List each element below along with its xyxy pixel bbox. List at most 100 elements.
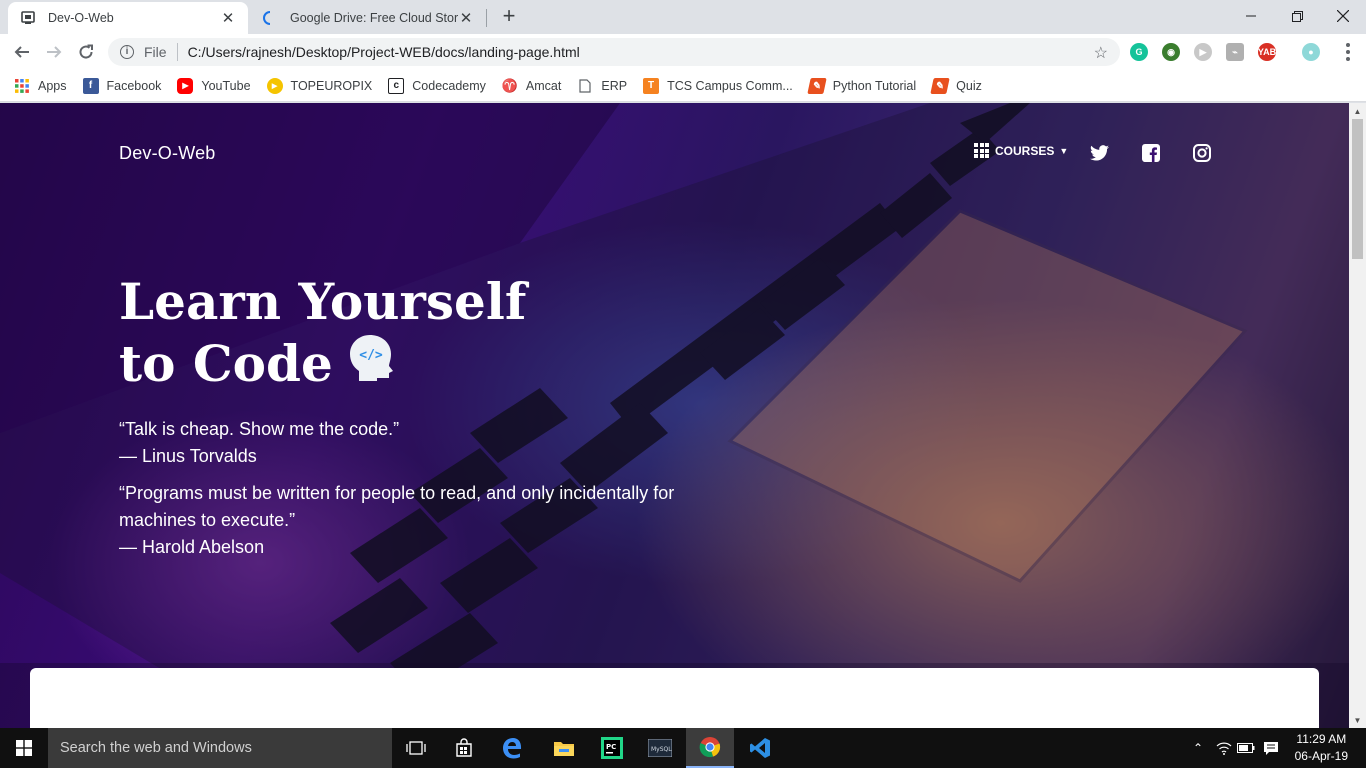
url-text[interactable]: C:/Users/rajnesh/Desktop/Project-WEB/doc… bbox=[188, 44, 580, 60]
back-button[interactable] bbox=[8, 38, 36, 66]
play-circle-icon: ▶ bbox=[266, 77, 283, 94]
mysql-workbench-icon[interactable]: MySQL bbox=[636, 728, 684, 768]
scheme-label: File bbox=[144, 44, 167, 60]
headline-line-2: to Code bbox=[119, 334, 333, 393]
bookmark-amcat[interactable]: ♈ Amcat bbox=[502, 77, 562, 94]
bookmark-erp[interactable]: ERP bbox=[577, 78, 627, 94]
action-center-icon[interactable] bbox=[1260, 728, 1282, 768]
hero-headline: Learn Yourself to Code </> bbox=[119, 271, 526, 399]
youtube-icon: ▶ bbox=[177, 77, 194, 94]
bookmark-label: TOPEUROPIX bbox=[290, 78, 373, 93]
task-view-icon[interactable] bbox=[392, 728, 440, 768]
content-card bbox=[30, 668, 1319, 728]
twitter-icon[interactable] bbox=[1089, 143, 1109, 163]
profile-avatar[interactable]: ● bbox=[1302, 43, 1320, 61]
close-icon[interactable]: ✕ bbox=[458, 10, 474, 27]
bookmarks-bar: Apps f Facebook ▶ YouTube ▶ TOPEUROPIX c… bbox=[0, 70, 1366, 102]
quote-text: “Talk is cheap. Show me the code.” bbox=[119, 419, 400, 439]
svg-text:MySQL: MySQL bbox=[651, 746, 672, 753]
chrome-icon[interactable] bbox=[686, 728, 734, 768]
clock-date: 06-Apr-19 bbox=[1294, 749, 1348, 763]
edge-icon[interactable] bbox=[488, 728, 536, 768]
bookmark-tcs[interactable]: T TCS Campus Comm... bbox=[643, 77, 793, 94]
site-brand[interactable]: Dev-O-Web bbox=[119, 143, 216, 164]
chevron-up-icon[interactable]: ⌃ bbox=[1188, 728, 1208, 768]
quote-author: — Harold Abelson bbox=[119, 537, 265, 557]
new-tab-button[interactable]: + bbox=[498, 5, 520, 28]
grammarly-icon[interactable]: G bbox=[1130, 43, 1148, 61]
page-scrollbar[interactable]: ▲ ▼ bbox=[1349, 103, 1366, 728]
extension-icon[interactable]: ▶ bbox=[1194, 43, 1212, 61]
vscode-icon[interactable] bbox=[736, 728, 784, 768]
facebook-square-icon[interactable] bbox=[1141, 143, 1161, 163]
scroll-down-arrow-icon[interactable]: ▼ bbox=[1349, 712, 1366, 728]
quote-torvalds: “Talk is cheap. Show me the code.” — Lin… bbox=[119, 416, 679, 470]
quiz-icon: ✎ bbox=[930, 77, 950, 94]
globe-extension-icon[interactable]: ◉ bbox=[1162, 43, 1180, 61]
file-explorer-icon[interactable] bbox=[540, 728, 588, 768]
reload-button[interactable] bbox=[72, 38, 100, 66]
minimize-button[interactable] bbox=[1228, 0, 1274, 32]
menu-icon[interactable] bbox=[1346, 43, 1350, 61]
battery-icon[interactable] bbox=[1236, 728, 1256, 768]
windows-taskbar: Search the web and Windows PC MySQL ⌃ 11… bbox=[0, 728, 1366, 768]
bookmark-youtube[interactable]: ▶ YouTube bbox=[177, 77, 251, 94]
document-icon bbox=[577, 78, 593, 94]
loading-icon bbox=[262, 10, 278, 26]
svg-text:</>: </> bbox=[359, 348, 383, 363]
page-viewport: Dev-O-Web COURSES ▼ Learn Yourself to Co… bbox=[0, 103, 1349, 728]
wifi-icon[interactable] bbox=[1214, 728, 1234, 768]
scroll-up-arrow-icon[interactable]: ▲ bbox=[1349, 103, 1366, 119]
tab-divider bbox=[486, 9, 487, 27]
yab-extension-icon[interactable]: YAB bbox=[1258, 43, 1276, 61]
info-icon[interactable]: i bbox=[120, 45, 134, 59]
bookmark-topeuropix[interactable]: ▶ TOPEUROPIX bbox=[266, 77, 373, 94]
bookmark-label: Apps bbox=[38, 78, 67, 93]
tab-dev-o-web[interactable]: Dev-O-Web ✕ bbox=[8, 2, 248, 34]
bookmark-label: Amcat bbox=[525, 78, 562, 93]
bookmark-quiz[interactable]: ✎ Quiz bbox=[930, 77, 982, 94]
headline-line-1: Learn Yourself bbox=[119, 272, 527, 331]
pycharm-icon[interactable]: PC bbox=[588, 728, 636, 768]
facebook-icon: f bbox=[82, 77, 99, 94]
bookmark-apps[interactable]: Apps bbox=[14, 78, 67, 94]
forward-button[interactable] bbox=[40, 38, 68, 66]
svg-text:PC: PC bbox=[606, 743, 616, 751]
bookmark-python-tutorial[interactable]: ✎ Python Tutorial bbox=[807, 77, 916, 94]
bookmark-label: Quiz bbox=[956, 78, 982, 93]
courses-label: COURSES bbox=[995, 143, 1055, 158]
system-clock[interactable]: 11:29 AM 06-Apr-19 bbox=[1295, 731, 1348, 765]
clock-time: 11:29 AM bbox=[1296, 732, 1347, 746]
bookmark-facebook[interactable]: f Facebook bbox=[82, 77, 162, 94]
scrollbar-thumb[interactable] bbox=[1352, 119, 1363, 259]
windows-start-button[interactable] bbox=[0, 728, 48, 768]
store-icon[interactable] bbox=[440, 728, 488, 768]
bookmark-label: YouTube bbox=[201, 78, 251, 93]
close-window-button[interactable] bbox=[1320, 0, 1366, 32]
close-icon[interactable]: ✕ bbox=[220, 10, 236, 27]
taskbar-search-input[interactable]: Search the web and Windows bbox=[48, 728, 392, 768]
tab-title: Google Drive: Free Cloud Storage bbox=[290, 11, 458, 25]
bookmark-codecademy[interactable]: c Codecademy bbox=[388, 77, 486, 94]
browser-toolbar: i File C:/Users/rajnesh/Desktop/Project-… bbox=[0, 34, 1366, 70]
tab-google-drive[interactable]: Google Drive: Free Cloud Storage ✕ bbox=[250, 2, 486, 34]
apps-grid-icon bbox=[14, 78, 30, 94]
courses-menu[interactable]: COURSES ▼ bbox=[974, 143, 1068, 158]
tab-title: Dev-O-Web bbox=[48, 11, 114, 25]
bookmark-label: Codecademy bbox=[412, 78, 486, 93]
address-bar[interactable]: i File C:/Users/rajnesh/Desktop/Project-… bbox=[108, 38, 1120, 66]
tab-strip: Dev-O-Web ✕ Google Drive: Free Cloud Sto… bbox=[0, 0, 1366, 34]
pdf-extension-icon[interactable]: ⌁ bbox=[1226, 43, 1244, 61]
restore-button[interactable] bbox=[1274, 0, 1320, 32]
instagram-icon[interactable] bbox=[1192, 143, 1212, 163]
star-icon[interactable]: ☆ bbox=[1094, 43, 1108, 63]
page-icon bbox=[20, 10, 36, 26]
bookmark-label: Facebook bbox=[106, 78, 162, 93]
bookmark-label: ERP bbox=[601, 78, 628, 93]
headline-line-2-wrap: to Code </> bbox=[119, 333, 526, 399]
omnibox-divider bbox=[176, 43, 178, 61]
quote-text: “Programs must be written for people to … bbox=[119, 483, 675, 530]
quote-abelson: “Programs must be written for people to … bbox=[119, 480, 679, 561]
grid-icon bbox=[974, 143, 989, 158]
tcs-icon: T bbox=[643, 77, 660, 94]
